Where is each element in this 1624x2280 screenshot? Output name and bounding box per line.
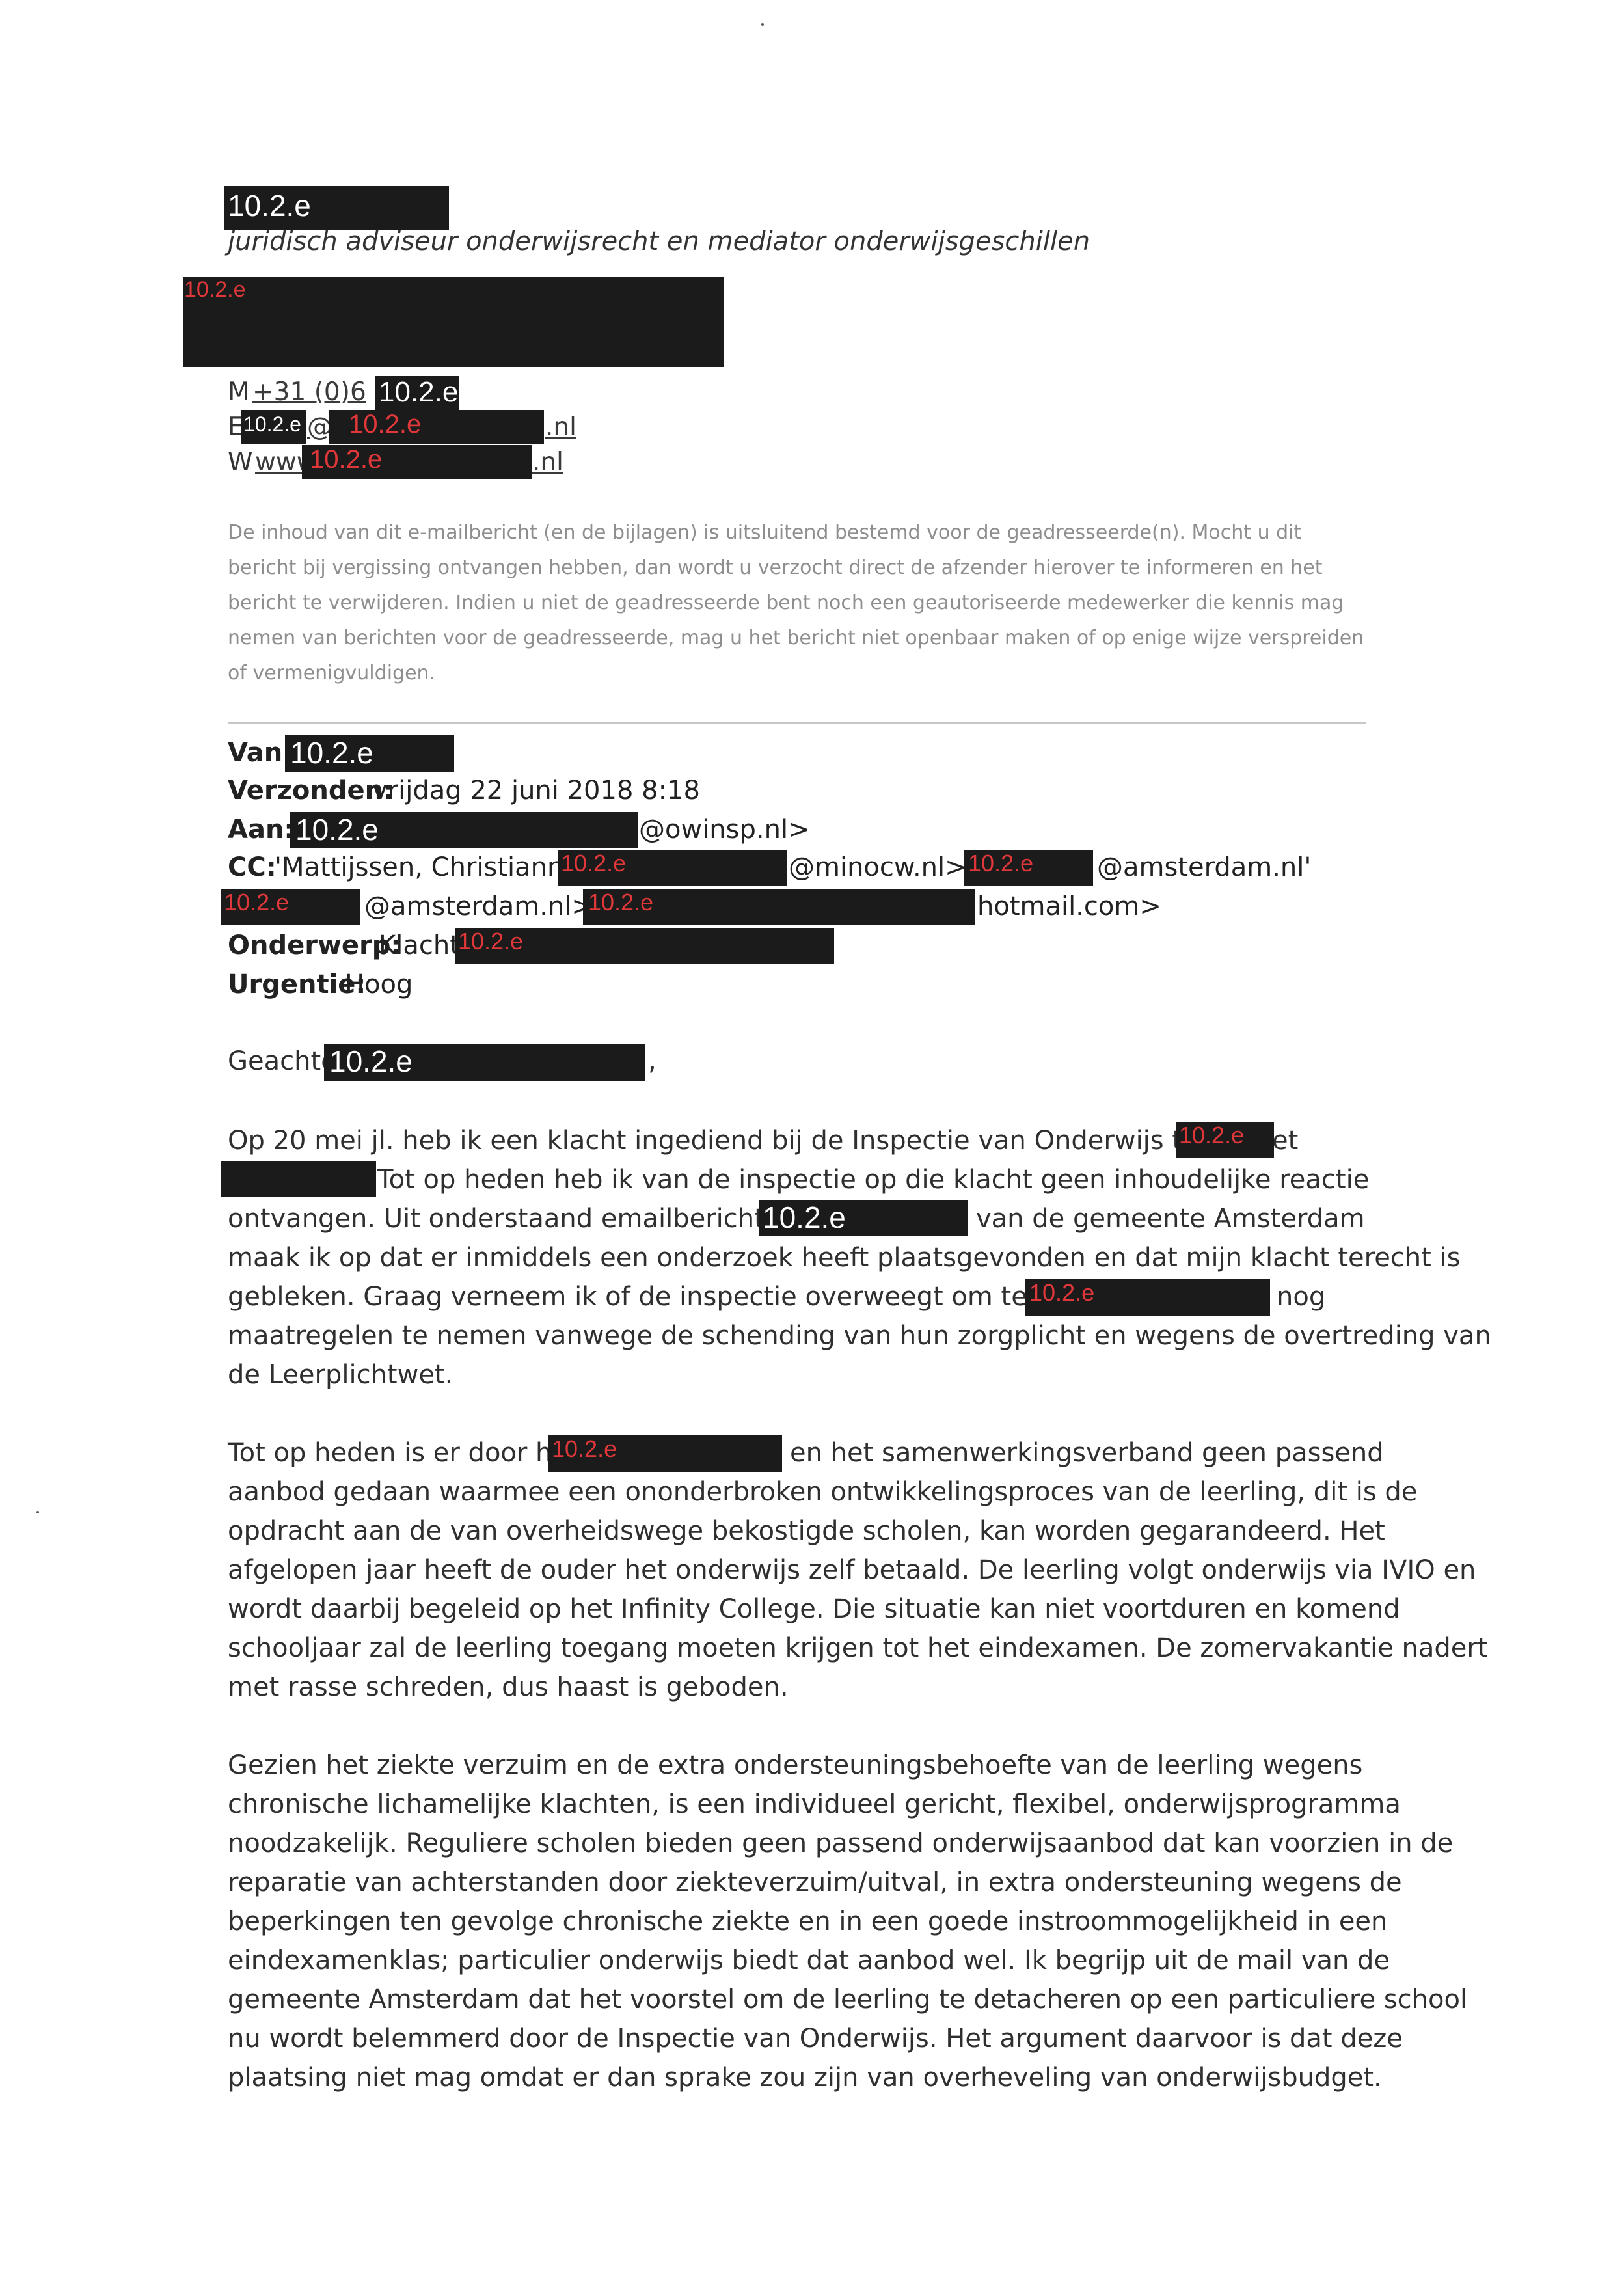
header-separator [228, 722, 1366, 724]
p3-line: eindexamenklas; particulier onderwijs bi… [228, 1946, 1390, 1975]
redaction-code: 10.2.e [552, 1435, 617, 1462]
p2-line: aanbod gedaan waarmee een ononderbroken … [228, 1477, 1418, 1507]
redaction-box [183, 277, 724, 367]
p3-line: noodzakelijk. Reguliere scholen bieden g… [228, 1828, 1454, 1858]
from-label: Van: [228, 738, 293, 768]
cc-part4: @amsterdam.nl>; [364, 891, 602, 921]
redaction-code: 10.2.e [224, 889, 290, 916]
p2-line: wordt daarbij begeleid op het Infinity C… [228, 1594, 1400, 1624]
p3-line: reparatie van achterstanden door ziektev… [228, 1867, 1402, 1897]
redaction-code: 10.2.e [561, 850, 627, 876]
p1-line: van de gemeente Amsterdam [976, 1204, 1365, 1234]
cc-name: 'Mattijssen, Christianne' [275, 852, 587, 882]
sent-label: Verzonden: [228, 776, 394, 806]
sent-value: vrijdag 22 juni 2018 8:18 [372, 776, 700, 806]
subject-label: Onderwerp: [228, 930, 401, 960]
redaction-code: 10.2.e [228, 189, 311, 223]
urgency-value: Hoog [345, 970, 413, 999]
redaction-code: 10.2.e [243, 413, 301, 436]
p3-line: gemeente Amsterdam dat het voorstel om d… [228, 1985, 1468, 2015]
p1-line: gebleken. Graag verneem ik of de inspect… [228, 1282, 1128, 1312]
redaction-code: 10.2.e [1179, 1122, 1245, 1148]
p3-line: nu wordt belemmerd door de Inspectie van… [228, 2024, 1403, 2054]
redaction-code: 10.2.e [295, 813, 379, 847]
redaction-code: 10.2.e [329, 1044, 413, 1078]
redaction-code: 10.2.e [184, 277, 246, 302]
redaction-code: 10.2.e [458, 928, 524, 955]
p1-line: de Leerplichtwet. [228, 1360, 453, 1390]
redaction-box [221, 1161, 376, 1197]
cc-part3: @amsterdam.nl' [1097, 852, 1312, 882]
p1-line: ontvangen. Uit onderstaand emailbericht … [228, 1204, 821, 1234]
p1-line: maak ik op dat er inmiddels een onderzoe… [228, 1243, 1461, 1273]
p1-line: maatregelen te nemen vanwege de schendin… [228, 1321, 1491, 1351]
redaction-code: 10.2.e [968, 850, 1034, 876]
redaction-code: 10.2.e [349, 410, 422, 439]
cc-label: CC: [228, 852, 277, 882]
redaction-code: 10.2.e [290, 736, 373, 770]
p2-line: afgelopen jaar heeft de ouder het onderw… [228, 1555, 1476, 1585]
redaction-code: 10.2.e [763, 1201, 846, 1234]
p1-line: Op 20 mei jl. heb ik een klacht ingedien… [228, 1126, 1299, 1156]
p2-line: opdracht aan de van overheidswege bekost… [228, 1516, 1385, 1546]
web-label: W [228, 448, 253, 477]
email-disclaimer: De inhoud van dit e-mailbericht (en de b… [228, 521, 1364, 685]
scan-speck [36, 1511, 39, 1513]
subject-value: Klacht [379, 930, 460, 960]
p2-line: Tot op heden is er door het [228, 1438, 578, 1468]
mobile-prefix[interactable]: +31 (0)6 [252, 377, 366, 407]
p3-line: Gezien het ziekte verzuim en de extra on… [228, 1750, 1363, 1780]
p2-line: en het samenwerkingsverband geen passend [790, 1438, 1384, 1468]
to-label: Aan: [228, 815, 295, 845]
web-tld[interactable]: .nl [532, 448, 563, 477]
scan-speck [761, 23, 764, 26]
to-suffix: @owinsp.nl> [639, 815, 810, 845]
p3-line: beperkingen ten gevolge chronische ziekt… [228, 1907, 1388, 1936]
redaction-code: 10.2.e [588, 889, 654, 916]
redaction-code: 10.2.e [310, 445, 383, 474]
p2-line: schooljaar zal de leerling toegang moete… [228, 1633, 1488, 1663]
p1-line: Tot op heden heb ik van de inspectie op … [377, 1165, 1370, 1195]
greeting: Geachte [228, 1046, 337, 1076]
p3-line: plaatsing niet mag omdat er dan sprake z… [228, 2063, 1382, 2093]
p1-line: nog [1277, 1282, 1326, 1312]
p2-line: met rasse schreden, dus haast is geboden… [228, 1672, 789, 1702]
p3-line: chronische lichamelijke klachten, is een… [228, 1789, 1401, 1819]
email-tld[interactable]: .nl [545, 413, 576, 442]
cc-part2: @minocw.nl>; [789, 852, 976, 882]
cc-part5: hotmail.com> [977, 891, 1161, 921]
signature-role: juridisch adviseur onderwijsrecht en med… [228, 226, 1090, 256]
mobile-label: M [228, 377, 250, 407]
redaction-code: 10.2.e [1029, 1279, 1095, 1306]
greeting-end: , [648, 1046, 656, 1076]
redaction-code: 10.2.e [379, 376, 459, 408]
